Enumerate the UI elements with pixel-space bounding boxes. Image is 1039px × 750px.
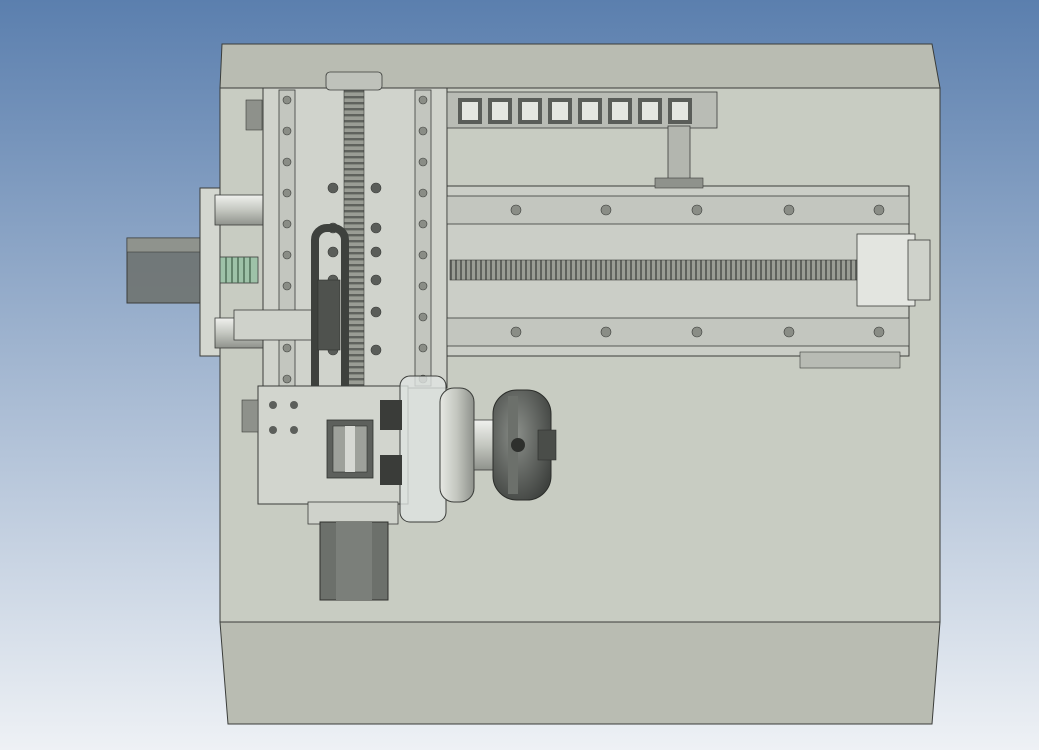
rail-screw [282,343,292,353]
carriage-screw [370,306,382,318]
chain-link [458,98,482,124]
rail-screw [282,126,292,136]
rail-screw [282,157,292,167]
x-axis-gantry [446,185,931,369]
chain-link [578,98,602,124]
rail-screw [418,219,428,229]
carriage-screw [327,246,339,258]
rail-screw [418,312,428,322]
chain-link [668,98,692,124]
chain-link [518,98,542,124]
carriage-screw [370,182,382,194]
rail-screw [418,281,428,291]
x-rail-screw [873,204,885,216]
x-rail-screw [873,326,885,338]
x-rail-screw [691,204,703,216]
rail-screw [282,219,292,229]
rail-screw [418,343,428,353]
chain-link [638,98,662,124]
rail-screw [282,281,292,291]
chain-link [488,98,512,124]
three-jaw-chuck [492,389,557,501]
rail-screw [418,250,428,260]
base-bottom-face [219,621,941,725]
x-rail-screw [691,326,703,338]
carriage-screw [327,182,339,194]
rail-screw [418,126,428,136]
rail-screw [418,157,428,167]
chain-link [608,98,632,124]
chain-link [548,98,572,124]
x-rail-screw [510,204,522,216]
rail-screw [282,95,292,105]
cad-viewport [0,0,1039,750]
x-rail-screw [783,204,795,216]
carriage-screw [370,222,382,234]
rail-screw [282,250,292,260]
carriage-screw [370,274,382,286]
cnc-lathe-assembly-drawing [0,0,1039,750]
spindle-stepper-motor [307,501,399,601]
carriage-screw [370,246,382,258]
carriage-screw [370,344,382,356]
rail-screw [418,188,428,198]
x-lead-screw [449,259,911,281]
rail-screw [282,188,292,198]
x-rail-screw [783,326,795,338]
x-rail-screw [600,326,612,338]
x-rail-screw [510,326,522,338]
rail-screw [282,374,292,384]
x-rail-screw [600,204,612,216]
rail-screw [418,95,428,105]
